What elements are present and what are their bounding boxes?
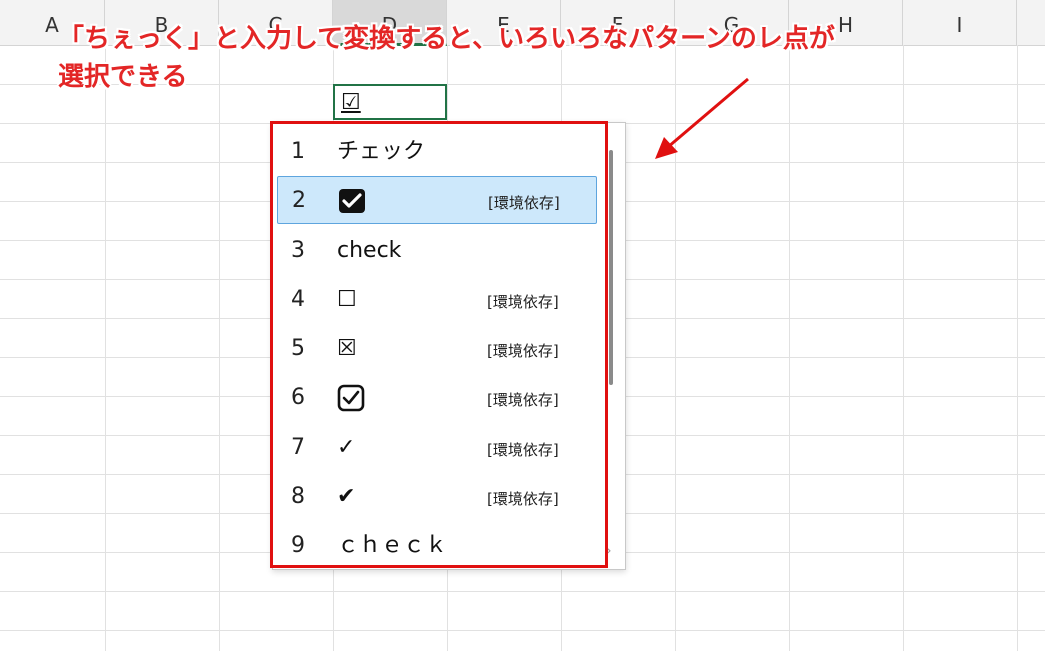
column-gridline — [903, 45, 904, 651]
column-header-i[interactable]: I — [903, 0, 1017, 45]
candidate-number: 5 — [291, 336, 305, 361]
candidate-row-6[interactable]: 6 [環境依存] — [277, 374, 597, 422]
chevron-right-icon[interactable]: › — [606, 543, 612, 559]
ballot-box-icon: ☐ — [337, 287, 357, 312]
column-gridline — [1017, 45, 1018, 651]
environment-dependent-label: [環境依存] — [487, 293, 559, 311]
environment-dependent-label: [環境依存] — [488, 194, 560, 212]
filled-checkbox-icon — [338, 188, 366, 220]
candidate-number: 7 — [291, 435, 305, 460]
scrollbar-thumb[interactable] — [609, 150, 613, 385]
candidate-row-5[interactable]: 5 ☒ [環境依存] — [277, 325, 597, 373]
candidate-number: 6 — [291, 385, 305, 410]
row-gridline — [0, 630, 1045, 631]
annotation-callout: 「ちぇっく」と入力して変換すると、いろいろなパターンのレ点が 選択できる — [58, 20, 918, 96]
annotation-line-2: 選択できる — [58, 62, 188, 92]
candidate-row-1[interactable]: 1 チェック — [277, 128, 597, 176]
candidate-number: 2 — [292, 188, 306, 213]
environment-dependent-label: [環境依存] — [487, 342, 559, 360]
candidate-number: 1 — [291, 139, 305, 164]
annotation-line-1: 「ちぇっく」と入力して変換すると、いろいろなパターンのレ点が — [58, 24, 835, 54]
candidate-number: 8 — [291, 484, 305, 509]
candidate-row-9[interactable]: 9 ｃｈｅｃｋ — [277, 522, 597, 570]
column-gridline — [789, 45, 790, 651]
check-mark-icon: ✓ — [337, 435, 356, 460]
candidate-row-4[interactable]: 4 ☐ [環境依存] — [277, 276, 597, 324]
candidate-row-3[interactable]: 3 check — [277, 227, 597, 275]
candidate-text: check — [337, 238, 402, 263]
candidate-number: 3 — [291, 238, 305, 263]
candidate-row-7[interactable]: 7 ✓ [環境依存] — [277, 424, 597, 472]
environment-dependent-label: [環境依存] — [487, 490, 559, 508]
outlined-checkbox-icon — [337, 384, 365, 418]
candidate-number: 9 — [291, 533, 305, 558]
environment-dependent-label: [環境依存] — [487, 441, 559, 459]
heavy-check-mark-icon: ✔ — [337, 484, 356, 509]
candidate-text: ｃｈｅｃｋ — [337, 533, 448, 558]
candidate-text: チェック — [337, 139, 426, 164]
ballot-box-x-icon: ☒ — [337, 336, 357, 361]
candidate-row-8[interactable]: 8 ✔ [環境依存] — [277, 473, 597, 521]
environment-dependent-label: [環境依存] — [487, 391, 559, 409]
column-gridline — [219, 45, 220, 651]
column-gridline — [105, 45, 106, 651]
candidate-number: 4 — [291, 287, 305, 312]
candidate-row-2[interactable]: 2 [環境依存] — [277, 176, 597, 224]
annotation-arrow-icon — [655, 77, 749, 159]
row-gridline — [0, 591, 1045, 592]
